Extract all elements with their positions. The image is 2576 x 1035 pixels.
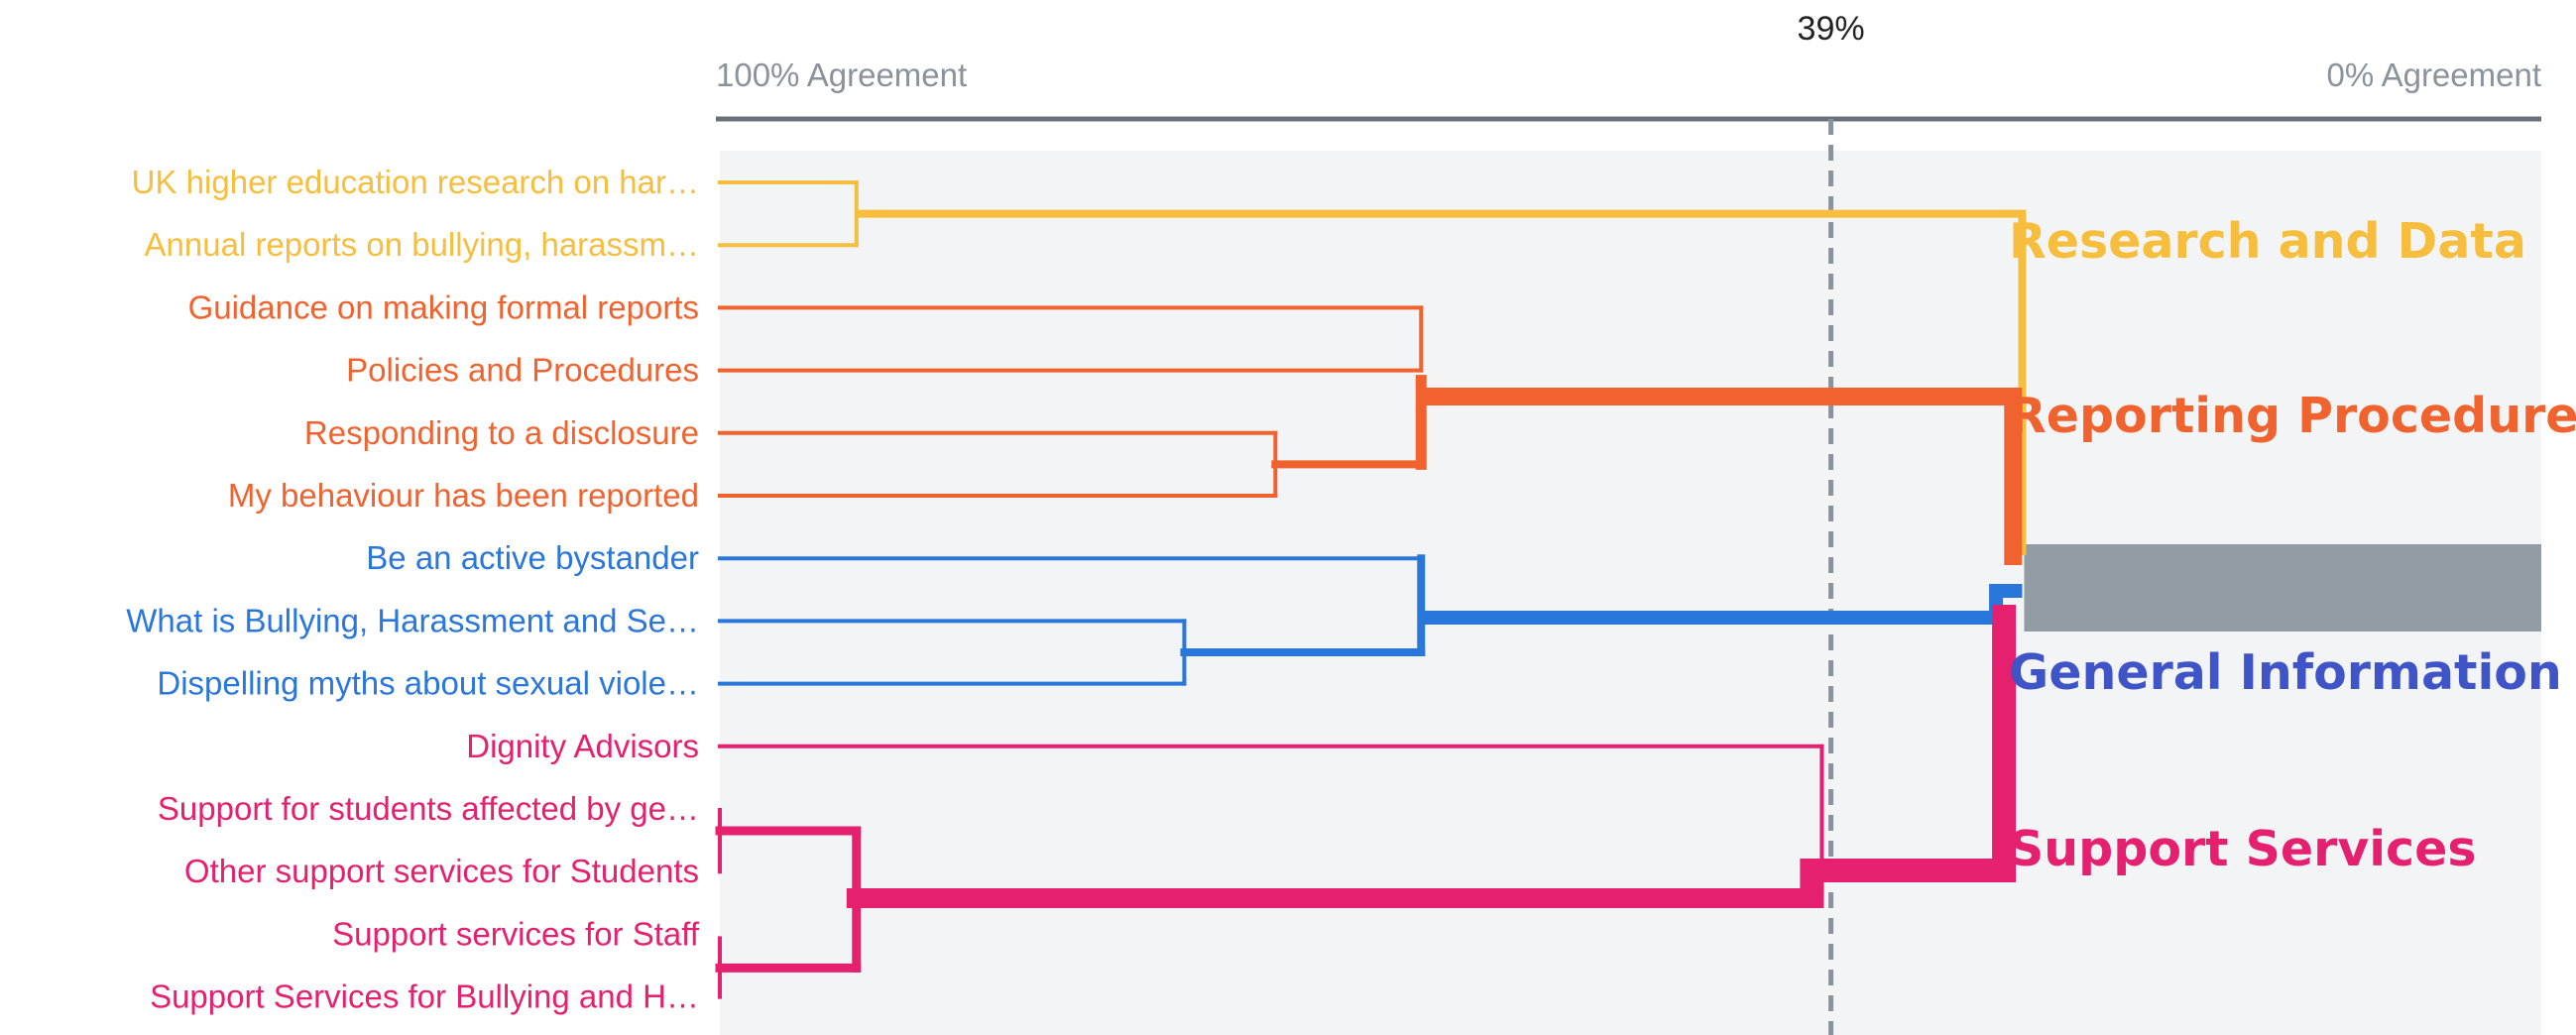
cluster-label-reporting: Reporting Procedure bbox=[2009, 388, 2576, 444]
leaf-label-7: What is Bullying, Harassment and Se… bbox=[126, 602, 699, 638]
leaf-label-11: Other support services for Students bbox=[184, 853, 699, 889]
cluster-label-general: General Information bbox=[2009, 644, 2562, 701]
leaf-label-3: Policies and Procedures bbox=[346, 352, 699, 389]
leaf-label-12: Support services for Staff bbox=[332, 915, 700, 952]
neutral-band bbox=[2024, 544, 2541, 632]
leaf-label-1: Annual reports on bullying, harassm… bbox=[145, 226, 699, 263]
leaf-label-2: Guidance on making formal reports bbox=[188, 288, 699, 325]
leaf-label-8: Dispelling myths about sexual viole… bbox=[157, 665, 699, 702]
dendrogram-chart: 100% Agreement 0% Agreement 39% UK highe… bbox=[126, 10, 2576, 1035]
leaf-label-6: Be an active bystander bbox=[366, 539, 699, 576]
axis-left-label: 100% Agreement bbox=[716, 57, 967, 93]
axis-right-label: 0% Agreement bbox=[2327, 57, 2541, 93]
leaf-label-0: UK higher education research on har… bbox=[132, 164, 699, 200]
leaf-label-9: Dignity Advisors bbox=[466, 728, 699, 764]
cluster-label-research: Research and Data bbox=[2009, 213, 2526, 270]
cluster-label-support: Support Services bbox=[2009, 821, 2477, 877]
leaf-label-4: Responding to a disclosure bbox=[304, 414, 699, 451]
cut-line-label: 39% bbox=[1798, 10, 1865, 48]
leaf-label-5: My behaviour has been reported bbox=[228, 477, 699, 514]
leaf-labels: UK higher education research on har… Annu… bbox=[126, 164, 700, 1015]
leaf-label-13: Support Services for Bullying and H… bbox=[150, 978, 699, 1015]
leaf-label-10: Support for students affected by ge… bbox=[158, 790, 699, 827]
